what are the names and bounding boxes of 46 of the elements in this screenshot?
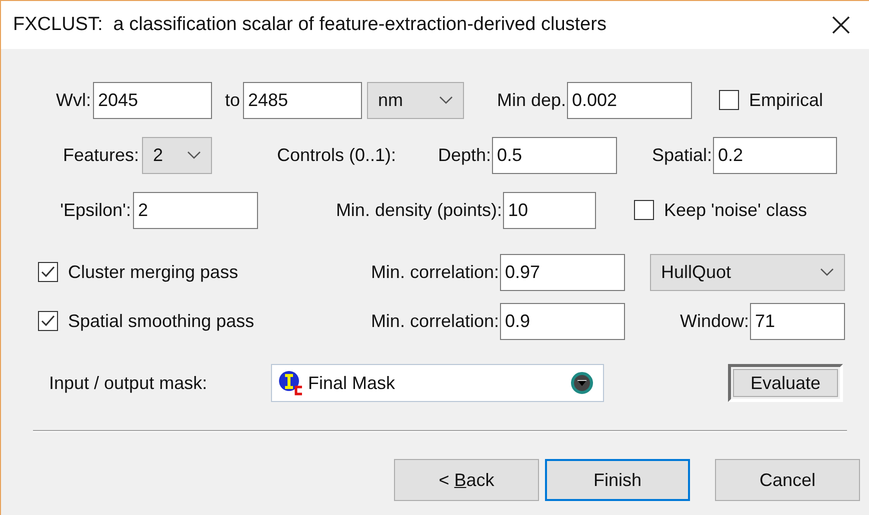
checkbox-label[interactable]: Spatial smoothing pass <box>68 310 283 332</box>
evaluate-button[interactable]: Evaluate <box>733 369 838 397</box>
input-field[interactable]: 10 <box>503 192 596 228</box>
checkbox-label[interactable]: Keep 'noise' class <box>664 200 807 220</box>
input-field[interactable]: 0.9 <box>500 302 625 340</box>
checkbox[interactable] <box>719 90 739 110</box>
window-title: FXCLUST: a classification scalar of feature-extraction-derived clusters <box>13 14 606 36</box>
dialog-button[interactable]: < Back <box>394 459 539 501</box>
input-field[interactable]: 2045 <box>93 82 212 118</box>
field-label: Min. density (points): <box>334 200 502 220</box>
field-label: Min. correlation: <box>370 310 499 332</box>
dialog-button[interactable]: Cancel <box>715 459 860 501</box>
input-field[interactable]: 0.5 <box>492 136 617 174</box>
dialog-button[interactable]: Finish <box>545 459 690 501</box>
field-label: to <box>224 90 240 110</box>
field-label: Features: <box>62 144 139 166</box>
field-label: Input / output mask: <box>49 372 208 394</box>
chevron-icon <box>439 96 453 104</box>
input-field[interactable]: 0.2 <box>713 136 837 174</box>
field-label: Min dep. <box>496 90 566 110</box>
checkbox[interactable] <box>38 262 58 282</box>
field-label: Depth: <box>436 144 491 166</box>
field-label: Spatial: <box>650 144 712 166</box>
mask-icon <box>278 370 304 396</box>
input-field[interactable]: 71 <box>750 302 845 340</box>
checkbox[interactable] <box>38 311 58 331</box>
section-label: Controls (0..1): <box>277 144 398 166</box>
input-field[interactable]: 0.97 <box>500 254 625 290</box>
input-field[interactable]: 2 <box>133 192 258 228</box>
field-label: Window: <box>678 310 749 332</box>
input-field[interactable]: 2485 <box>243 82 362 118</box>
checkbox[interactable] <box>634 200 654 220</box>
input-field[interactable]: 0.002 <box>567 82 692 118</box>
chevron-icon <box>187 151 201 159</box>
checkbox-label[interactable]: Cluster merging pass <box>68 262 283 282</box>
method-dropdown[interactable]: HullQuot <box>650 254 845 290</box>
unit-dropdown[interactable]: nm <box>367 82 464 118</box>
field-label: Min. correlation: <box>370 262 499 282</box>
field-label: Wvl: <box>55 90 91 110</box>
close-icon[interactable] <box>831 15 851 35</box>
mask-dropdown[interactable]: Final Mask <box>271 364 604 402</box>
dropdown-icon <box>571 372 593 394</box>
checkbox-label[interactable]: Empirical <box>749 90 824 110</box>
chevron-icon <box>820 268 834 276</box>
field-label: 'Epsilon': <box>59 200 131 220</box>
features-dropdown[interactable]: 2 <box>142 136 212 174</box>
